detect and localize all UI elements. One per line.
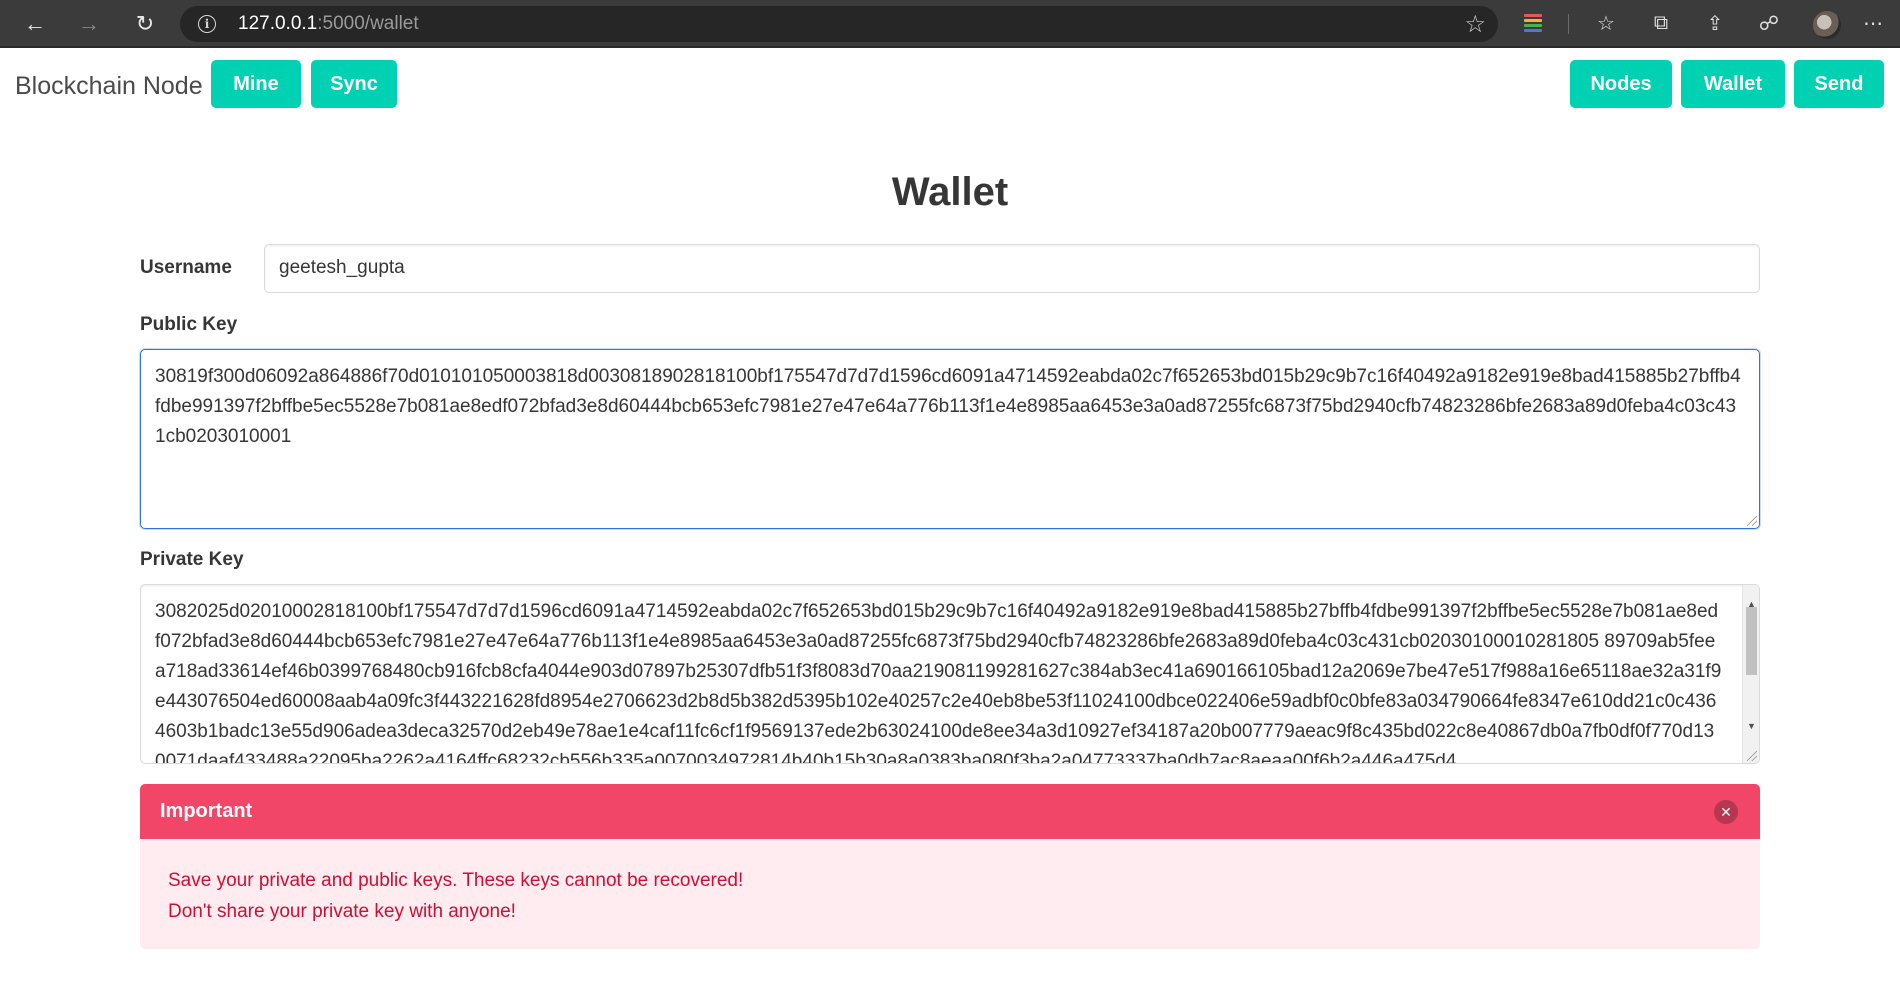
page-title: Wallet bbox=[891, 170, 1009, 214]
important-notification: Important ✕ Save your private and public… bbox=[140, 784, 1760, 949]
notification-body: Save your private and public keys. These… bbox=[140, 839, 1760, 949]
back-icon[interactable]: ← bbox=[20, 9, 50, 39]
scroll-down-icon[interactable]: ▼ bbox=[1747, 711, 1756, 741]
resize-handle[interactable] bbox=[1747, 751, 1757, 761]
extension-icon[interactable] bbox=[1522, 12, 1544, 34]
mine-button[interactable]: Mine bbox=[211, 60, 301, 108]
username-field[interactable]: geetesh_gupta bbox=[264, 244, 1760, 293]
share-icon[interactable]: ⇪ bbox=[1704, 12, 1726, 35]
notification-header: Important ✕ bbox=[140, 784, 1760, 839]
collections-icon[interactable]: ⧉ bbox=[1650, 12, 1672, 34]
menu-icon[interactable]: ⋯ bbox=[1862, 12, 1884, 35]
url-text[interactable]: 127.0.0.1:5000/wallet bbox=[238, 13, 419, 35]
browser-toolbar: ← → ↻ i 127.0.0.1:5000/wallet ☆ ☆ ⧉ ⇪ ☍ … bbox=[0, 0, 1900, 48]
refresh-icon[interactable]: ↻ bbox=[130, 9, 160, 39]
address-bar[interactable]: i 127.0.0.1:5000/wallet ☆ bbox=[180, 6, 1498, 42]
star-icon[interactable]: ☆ bbox=[1464, 10, 1486, 39]
private-key-label: Private Key bbox=[140, 549, 244, 570]
profile-avatar[interactable] bbox=[1813, 11, 1841, 39]
forward-icon[interactable]: → bbox=[74, 9, 104, 39]
private-key-textarea[interactable]: 3082025d02010002818100bf175547d7d7d1596c… bbox=[140, 584, 1760, 764]
notification-line-1: Save your private and public keys. These… bbox=[168, 870, 744, 891]
info-icon[interactable]: i bbox=[198, 15, 216, 33]
url-host: 127.0.0.1 bbox=[238, 13, 318, 34]
username-label: Username bbox=[140, 257, 232, 278]
toolbar-separator bbox=[1568, 14, 1569, 34]
close-icon[interactable]: ✕ bbox=[1714, 800, 1738, 824]
resize-handle[interactable] bbox=[1747, 516, 1757, 526]
feedback-icon[interactable]: ☍ bbox=[1758, 12, 1780, 35]
app-navbar: Blockchain Node Mine Sync Nodes Wallet S… bbox=[0, 48, 1900, 120]
private-key-text: 3082025d02010002818100bf175547d7d7d1596c… bbox=[155, 601, 1722, 764]
favorites-icon[interactable]: ☆ bbox=[1595, 12, 1617, 35]
public-key-text: 30819f300d06092a864886f70d01010105000381… bbox=[155, 366, 1741, 447]
url-path: :5000/wallet bbox=[317, 13, 419, 34]
public-key-textarea[interactable]: 30819f300d06092a864886f70d01010105000381… bbox=[140, 349, 1760, 529]
notification-title: Important bbox=[160, 800, 253, 822]
private-key-scrollbar[interactable]: ▲ ▼ bbox=[1742, 585, 1759, 763]
public-key-label: Public Key bbox=[140, 314, 238, 335]
nodes-button[interactable]: Nodes bbox=[1570, 60, 1672, 108]
brand-title[interactable]: Blockchain Node bbox=[15, 72, 203, 101]
wallet-button[interactable]: Wallet bbox=[1681, 60, 1785, 108]
scroll-thumb[interactable] bbox=[1746, 607, 1757, 675]
send-button[interactable]: Send bbox=[1794, 60, 1884, 108]
notification-line-2: Don't share your private key with anyone… bbox=[168, 901, 516, 922]
sync-button[interactable]: Sync bbox=[311, 60, 397, 108]
